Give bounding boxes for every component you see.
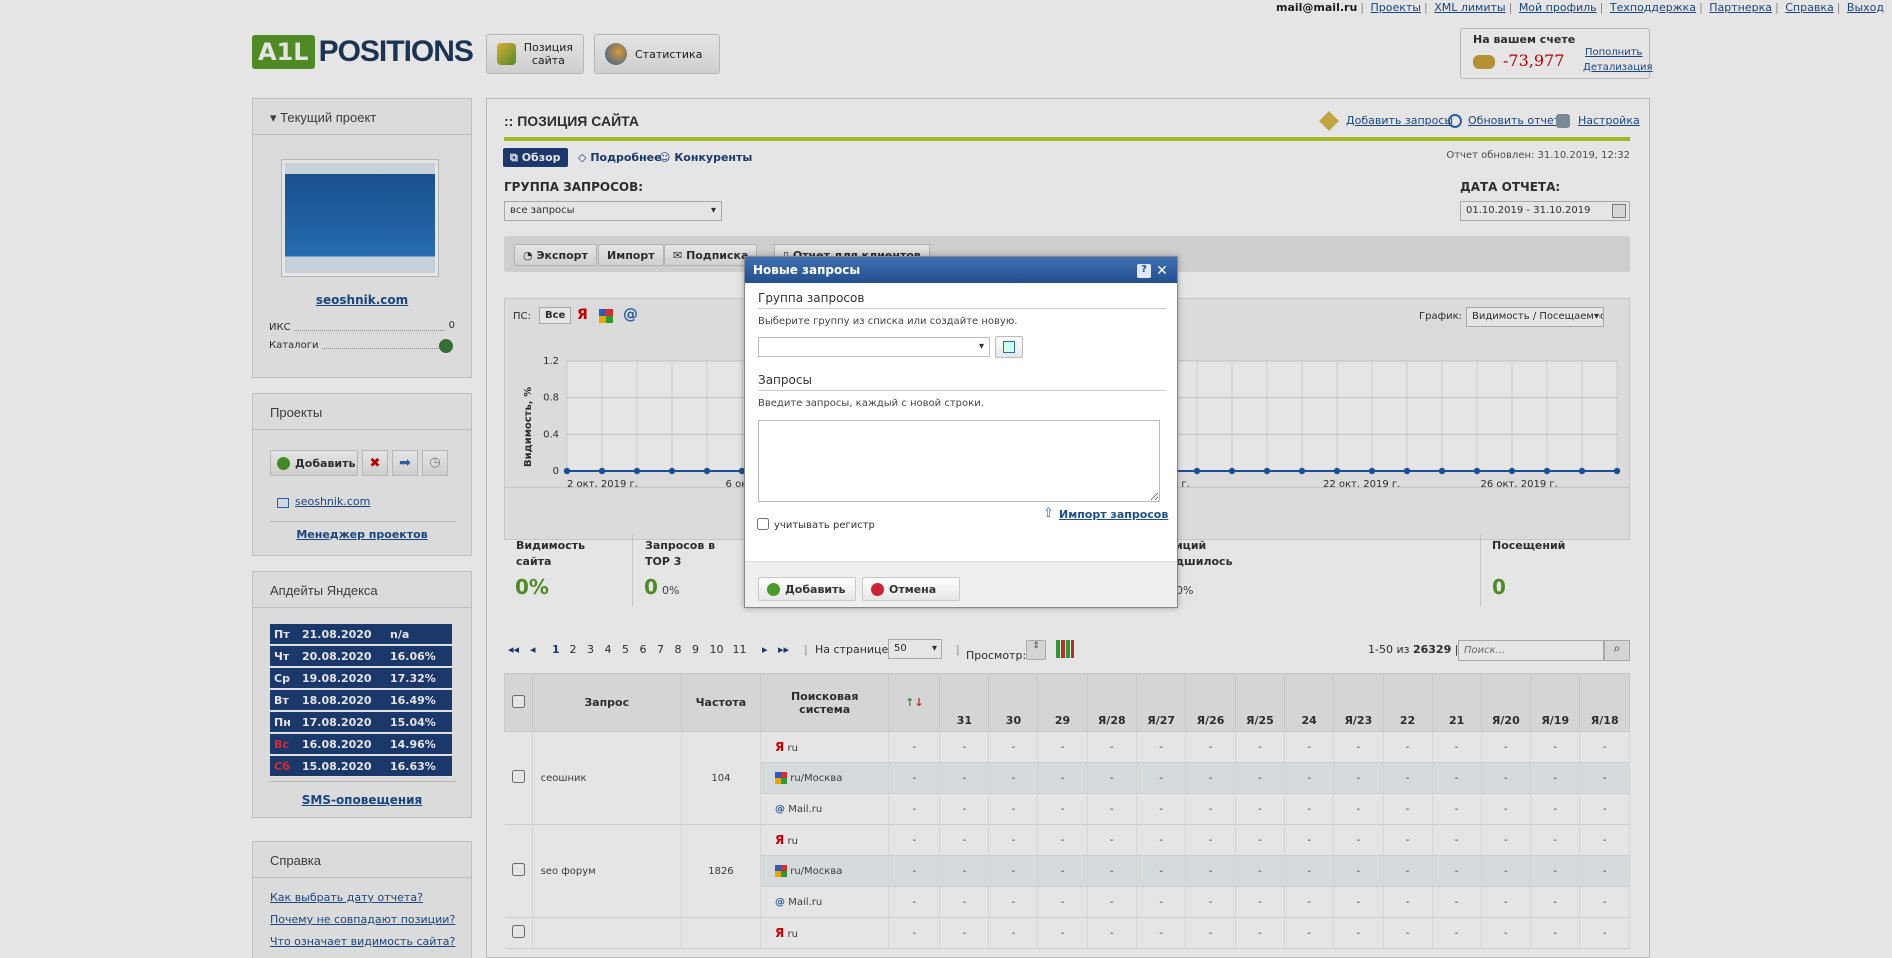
plus-icon [767, 583, 780, 596]
chevron-down-icon: ▾ [978, 341, 984, 352]
close-icon: ✕ [1156, 263, 1168, 279]
case-sensitive-checkbox[interactable] [757, 518, 769, 530]
group-section-title: Группа запросов [758, 291, 865, 305]
new-folder-icon [1003, 341, 1015, 353]
queries-hint: Введите запросы, каждый с новой строки. [758, 398, 984, 409]
queries-section-title: Запросы [758, 373, 812, 387]
import-queries-link[interactable]: Импорт запросов [1059, 508, 1168, 521]
dialog-footer: Добавить Отмена [745, 561, 1177, 607]
upload-icon: ⇧ [1043, 506, 1054, 521]
create-group-button[interactable] [995, 336, 1023, 358]
case-sensitive-label: учитывать регистр [774, 520, 875, 531]
group-hint: Выберите группу из списка или создайте н… [758, 316, 1018, 327]
queries-textarea[interactable] [758, 420, 1160, 502]
help-icon[interactable]: ? [1137, 264, 1151, 278]
new-queries-dialog: Новые запросы ? ✕ Группа запросов Выбери… [744, 256, 1178, 608]
group-dropdown[interactable]: ▾ [758, 337, 990, 357]
add-button[interactable]: Добавить [758, 577, 856, 601]
cancel-button-label: Отмена [889, 583, 937, 596]
close-dialog-button[interactable]: ✕ [1155, 264, 1169, 278]
cancel-icon [871, 583, 884, 596]
add-button-label: Добавить [785, 583, 846, 596]
dialog-header: Новые запросы [745, 257, 1177, 283]
dialog-title: Новые запросы [753, 263, 861, 277]
cancel-button[interactable]: Отмена [862, 577, 960, 601]
